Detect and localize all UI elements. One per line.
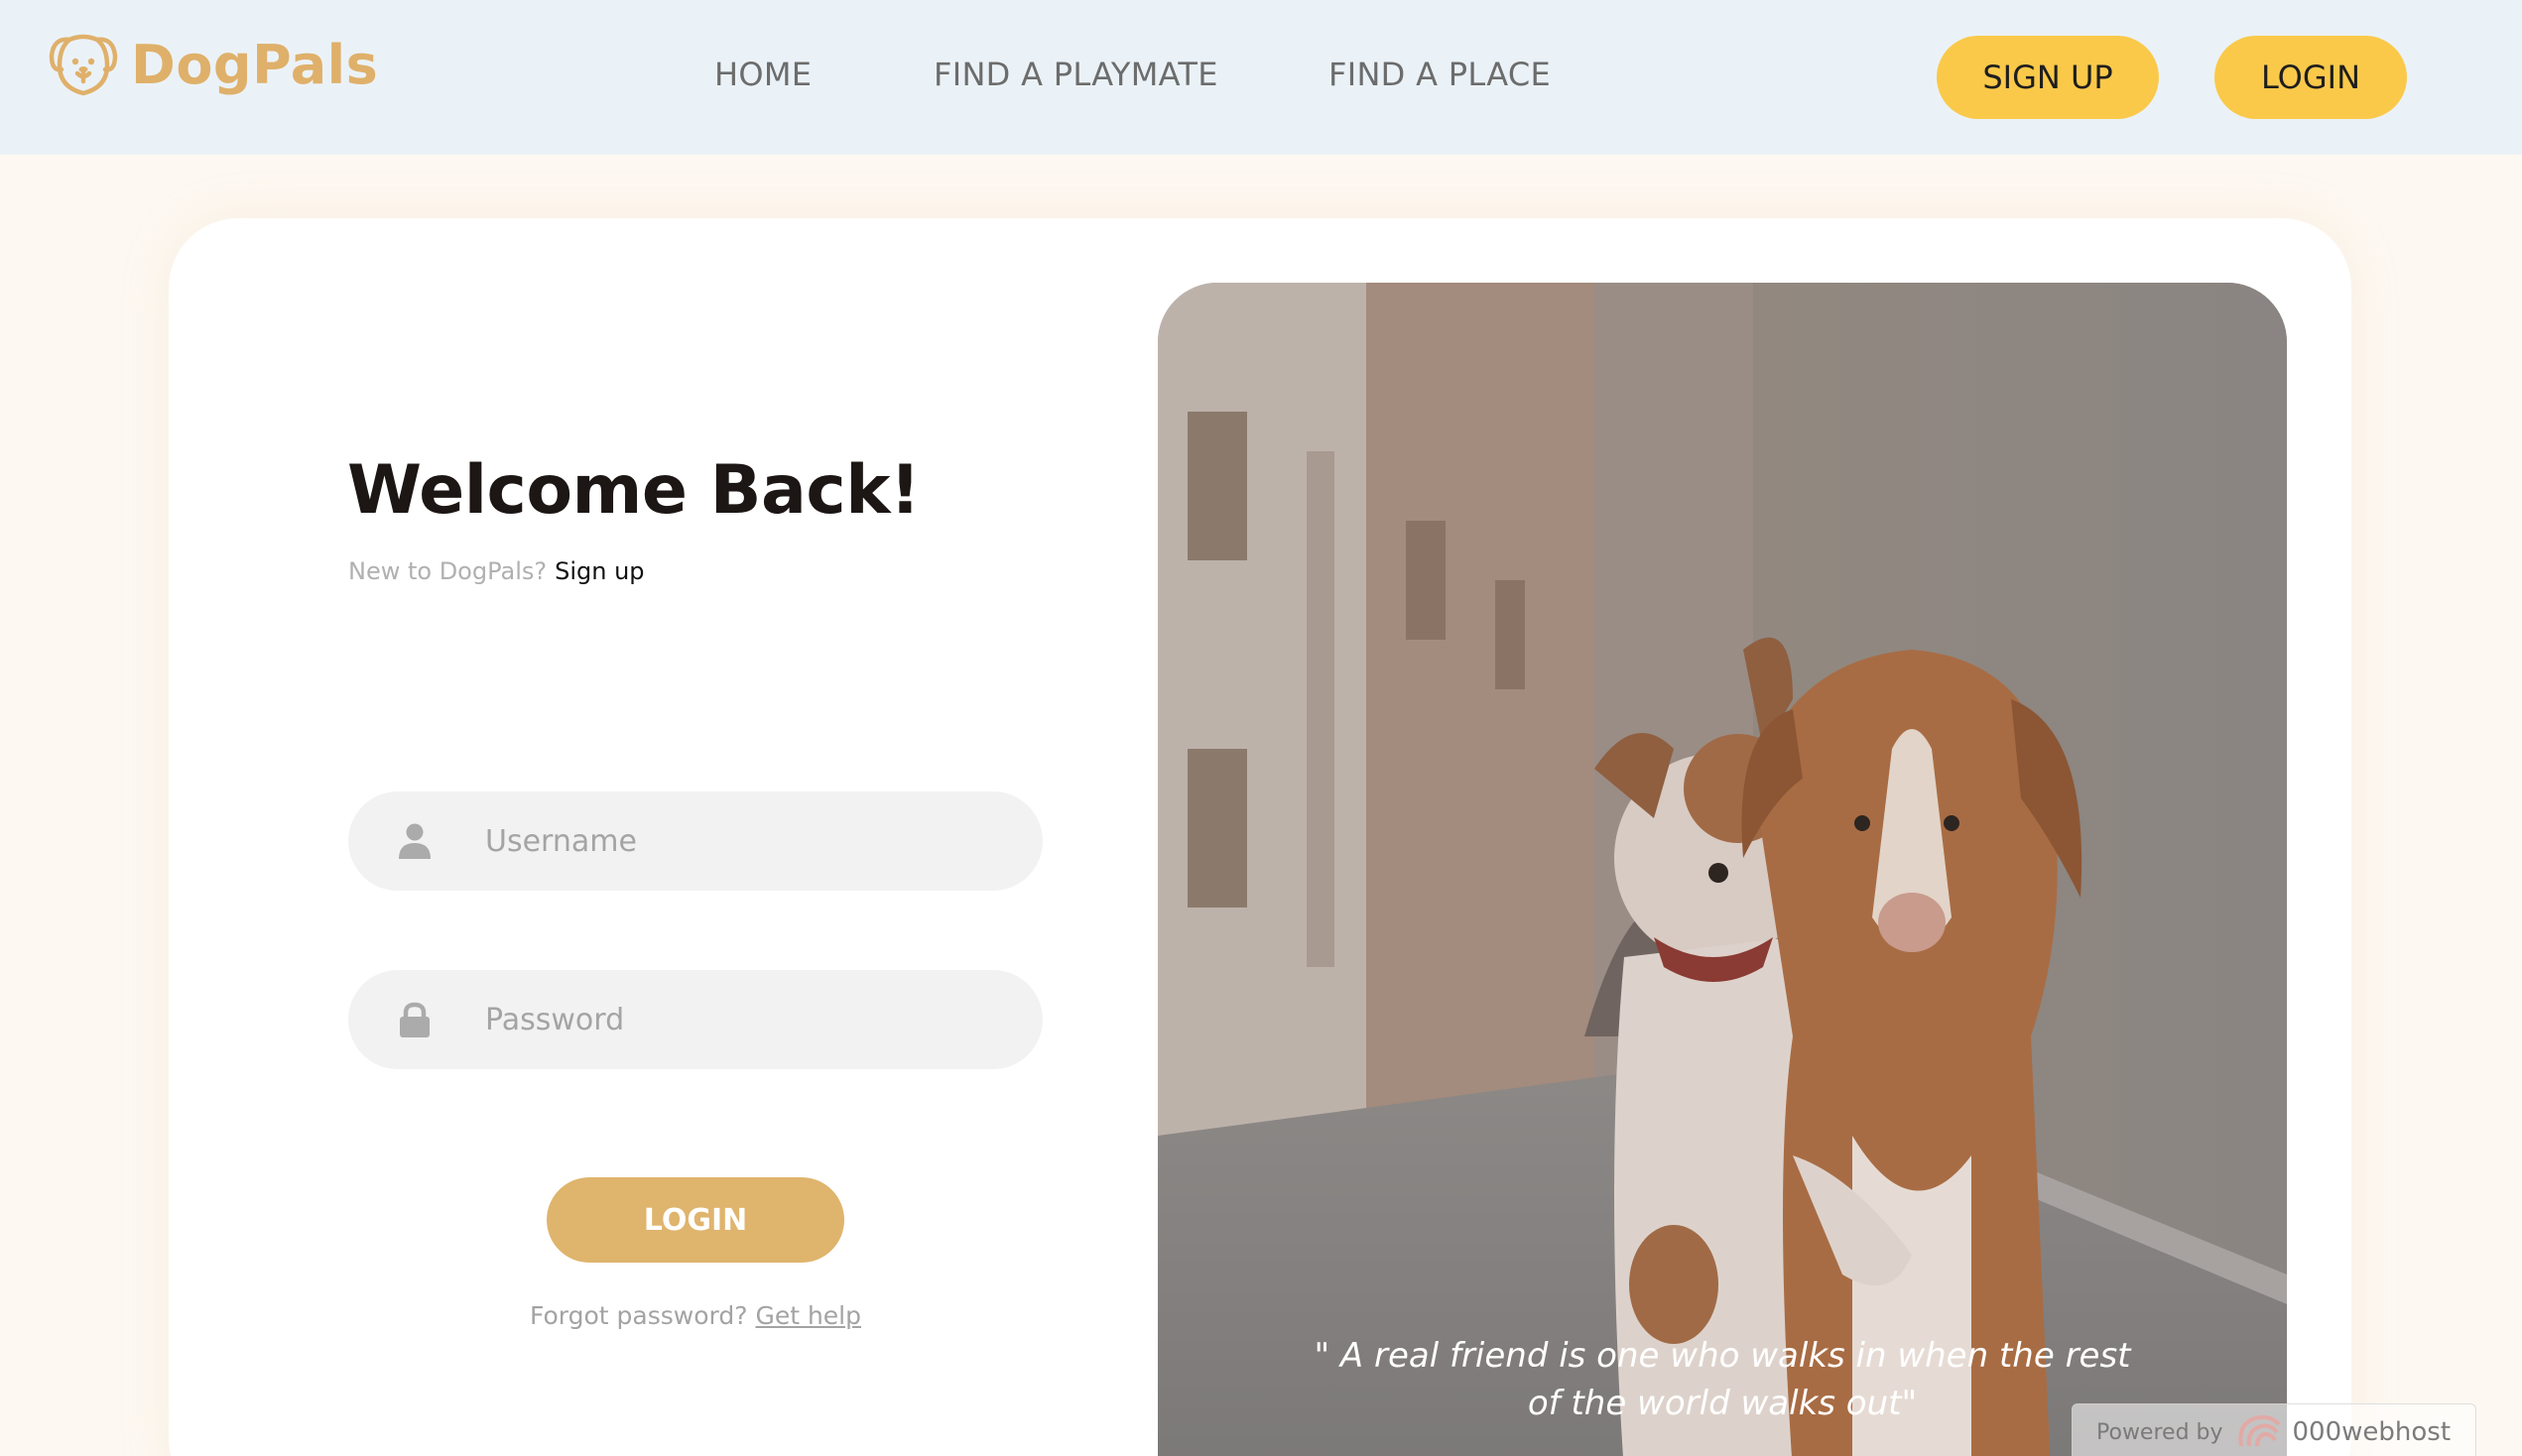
top-navbar: DogPals HOME FIND A PLAYMATE FIND A PLAC…: [0, 0, 2522, 155]
page: DogPals HOME FIND A PLAYMATE FIND A PLAC…: [0, 0, 2522, 1456]
logo[interactable]: DogPals: [48, 30, 378, 99]
user-icon: [399, 823, 431, 859]
password-field[interactable]: [348, 970, 1043, 1069]
hero-image: " A real friend is one who walks in when…: [1158, 283, 2287, 1456]
logo-text: DogPals: [131, 33, 379, 96]
nav-find-a-place[interactable]: FIND A PLACE: [1328, 56, 1551, 93]
powered-by-badge[interactable]: Powered by 000webhost: [2072, 1403, 2476, 1456]
nav-find-a-playmate[interactable]: FIND A PLAYMATE: [934, 56, 1218, 93]
dog-face-icon: [49, 34, 118, 96]
lock-icon: [400, 1002, 430, 1037]
username-input[interactable]: [485, 791, 1001, 891]
powered-brand-text: 000webhost: [2292, 1417, 2452, 1447]
forgot-password-text: Forgot password?: [530, 1301, 748, 1330]
signup-link[interactable]: Sign up: [555, 557, 644, 585]
header-login-button[interactable]: LOGIN: [2214, 36, 2407, 119]
webhost-logo-icon: [2237, 1414, 2280, 1447]
powered-by-text: Powered by: [2096, 1419, 2223, 1445]
password-input[interactable]: [485, 970, 1001, 1069]
signup-prompt: New to DogPals? Sign up: [348, 557, 645, 585]
dogs-photo: [1158, 283, 2287, 1456]
forgot-password: Forgot password? Get help: [348, 1301, 1043, 1330]
username-field[interactable]: [348, 791, 1043, 891]
page-title: Welcome Back!: [347, 451, 921, 530]
get-help-link[interactable]: Get help: [755, 1301, 861, 1330]
signup-button[interactable]: SIGN UP: [1937, 36, 2159, 119]
login-submit-button[interactable]: LOGIN: [547, 1177, 844, 1263]
nav-home[interactable]: HOME: [714, 56, 812, 93]
signup-prompt-text: New to DogPals?: [348, 557, 548, 585]
